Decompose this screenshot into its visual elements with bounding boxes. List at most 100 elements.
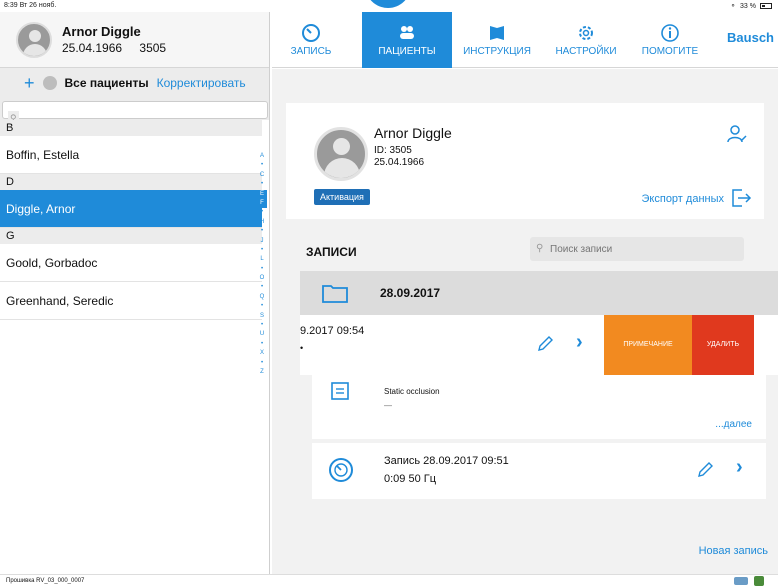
record-entry-swiped[interactable]: 9.2017 09:54 • › ПРИМЕЧАНИЕ УДАЛИТЬ xyxy=(300,315,778,375)
activate-button[interactable]: Активация xyxy=(314,189,370,205)
folder-icon xyxy=(322,285,348,303)
index-letter[interactable]: • xyxy=(261,302,263,311)
search-bar xyxy=(0,98,269,120)
top-nav: ЗАПИСЬ ПАЦИЕНТЫ ИНСТРУКЦИЯ НАСТРОЙКИ ПОМ… xyxy=(272,12,778,68)
chevron-right-icon[interactable]: › xyxy=(576,331,583,354)
pencil-icon[interactable] xyxy=(696,461,714,479)
index-letter[interactable]: • xyxy=(261,321,263,330)
date-group[interactable]: 28.09.2017 xyxy=(300,271,778,315)
tab-instructions[interactable]: ИНСТРУКЦИЯ xyxy=(452,12,542,68)
patients-title: Все пациенты xyxy=(64,76,149,90)
info-icon xyxy=(661,24,679,42)
record-note: Static occlusion — ...далее xyxy=(312,375,766,439)
index-letter[interactable]: O xyxy=(260,274,265,283)
export-data-link[interactable]: Экспорт данных xyxy=(642,193,724,205)
tab-label: ЗАПИСЬ xyxy=(290,46,332,57)
section-header: G xyxy=(0,228,262,244)
index-letter[interactable]: S xyxy=(260,312,264,321)
gauge-icon xyxy=(302,24,320,42)
delete-action-button[interactable]: УДАЛИТЬ xyxy=(692,315,754,375)
list-item[interactable]: Greenhand, Seredic xyxy=(0,282,262,320)
list-item-selected[interactable]: Diggle, Arnor xyxy=(0,190,262,228)
patient-detail: Arnor Diggle ID: 3505 25.04.1966 Активац… xyxy=(272,69,778,574)
list-item[interactable]: Boffin, Estella xyxy=(0,136,262,174)
search-icon: ⚲ xyxy=(536,243,544,254)
export-icon[interactable] xyxy=(730,187,752,209)
list-item[interactable]: Goold, Gorbadoc xyxy=(0,244,262,282)
more-link[interactable]: ...далее xyxy=(715,419,752,430)
index-letter[interactable]: C xyxy=(260,171,264,180)
battery-text: 33 % xyxy=(740,2,756,10)
chevron-right-icon[interactable]: › xyxy=(736,456,743,479)
avatar xyxy=(16,21,52,58)
section-header: D xyxy=(0,174,262,190)
index-letter[interactable]: • xyxy=(261,283,263,292)
index-letter[interactable]: • xyxy=(261,265,263,274)
footer-bar: Прошивка RV_03_000_0007 xyxy=(0,574,778,587)
entry-title: 9.2017 09:54 xyxy=(300,325,365,337)
records-header: ЗАПИСИ xyxy=(306,245,357,259)
index-letter[interactable]: Z xyxy=(260,368,264,377)
add-patient-icon[interactable]: + xyxy=(24,74,35,92)
alphabet-index[interactable]: A • C • E F • H • J • L • O • Q • S • U … xyxy=(256,152,268,377)
brand-logo: Bausch xyxy=(727,30,774,45)
tab-settings[interactable]: НАСТРОЙКИ xyxy=(544,12,628,68)
entry-title: Запись 28.09.2017 09:51 xyxy=(384,455,509,467)
index-letter[interactable]: X xyxy=(260,349,264,358)
status-time: 8:39 Вт 26 нояб. xyxy=(4,2,57,9)
records-search-input[interactable] xyxy=(530,237,744,261)
index-letter[interactable]: U xyxy=(260,330,264,339)
current-patient-meta: 25.04.1966 3505 xyxy=(62,41,166,55)
current-patient-dob: 25.04.1966 xyxy=(62,41,123,55)
filter-icon[interactable] xyxy=(42,76,57,90)
record-entry[interactable]: Запись 28.09.2017 09:51 0:09 50 Гц › xyxy=(312,443,766,499)
index-letter[interactable]: • xyxy=(261,227,263,236)
index-letter[interactable]: F xyxy=(257,198,267,209)
tab-label: НАСТРОЙКИ xyxy=(555,46,617,57)
connection-icon xyxy=(754,576,764,586)
group-date: 28.09.2017 xyxy=(380,286,441,300)
search-input[interactable] xyxy=(2,101,268,119)
new-record-button[interactable]: Новая запись xyxy=(699,545,768,557)
gear-icon xyxy=(579,26,593,40)
patient-list: B Boffin, Estella D Diggle, Arnor G Gool… xyxy=(0,120,262,320)
entry-summary: 0:09 50 Гц xyxy=(384,473,437,485)
patient-id: ID: 3505 xyxy=(374,145,412,156)
edit-button[interactable]: Корректировать xyxy=(157,76,246,90)
battery-icon xyxy=(760,3,772,9)
tab-patients[interactable]: ПАЦИЕНТЫ xyxy=(362,12,452,68)
pencil-icon[interactable] xyxy=(536,335,554,353)
index-letter[interactable]: • xyxy=(261,340,263,349)
gauge-icon xyxy=(329,458,353,482)
tab-label: ИНСТРУКЦИЯ xyxy=(463,46,531,57)
index-letter[interactable]: • xyxy=(261,359,263,368)
index-letter[interactable]: • xyxy=(261,161,263,170)
current-patient-header[interactable]: Arnor Diggle 25.04.1966 3505 xyxy=(0,12,269,68)
note-detail: — xyxy=(384,401,392,410)
index-letter[interactable]: Q xyxy=(260,293,265,302)
patient-card: Arnor Diggle ID: 3505 25.04.1966 Активац… xyxy=(286,103,764,219)
note-action-button[interactable]: ПРИМЕЧАНИЕ xyxy=(604,315,692,375)
wifi-icon: ⚬ xyxy=(730,3,737,10)
patients-toolbar: + Все пациенты Корректировать xyxy=(0,68,269,98)
document-icon xyxy=(331,382,349,400)
device-icon xyxy=(734,577,748,585)
tab-record[interactable]: ЗАПИСЬ xyxy=(276,12,346,68)
index-letter[interactable]: L xyxy=(260,255,263,264)
index-letter[interactable]: A xyxy=(260,152,264,161)
note-title: Static occlusion xyxy=(384,387,440,396)
firmware-text: Прошивка RV_03_000_0007 xyxy=(6,578,85,584)
index-letter[interactable]: • xyxy=(261,246,263,255)
index-letter[interactable]: • xyxy=(261,180,263,189)
patients-icon xyxy=(400,26,414,39)
index-letter[interactable]: E xyxy=(257,189,267,199)
index-letter[interactable]: • xyxy=(261,208,263,217)
index-letter[interactable]: J xyxy=(261,237,264,246)
book-icon xyxy=(490,26,504,40)
current-patient-id: 3505 xyxy=(139,41,167,55)
index-letter[interactable]: H xyxy=(260,218,264,227)
edit-patient-icon[interactable] xyxy=(726,123,748,145)
tab-help[interactable]: ПОМОГИТЕ xyxy=(632,12,708,68)
tab-label: ПАЦИЕНТЫ xyxy=(378,46,436,57)
patient-name: Arnor Diggle xyxy=(374,125,452,141)
